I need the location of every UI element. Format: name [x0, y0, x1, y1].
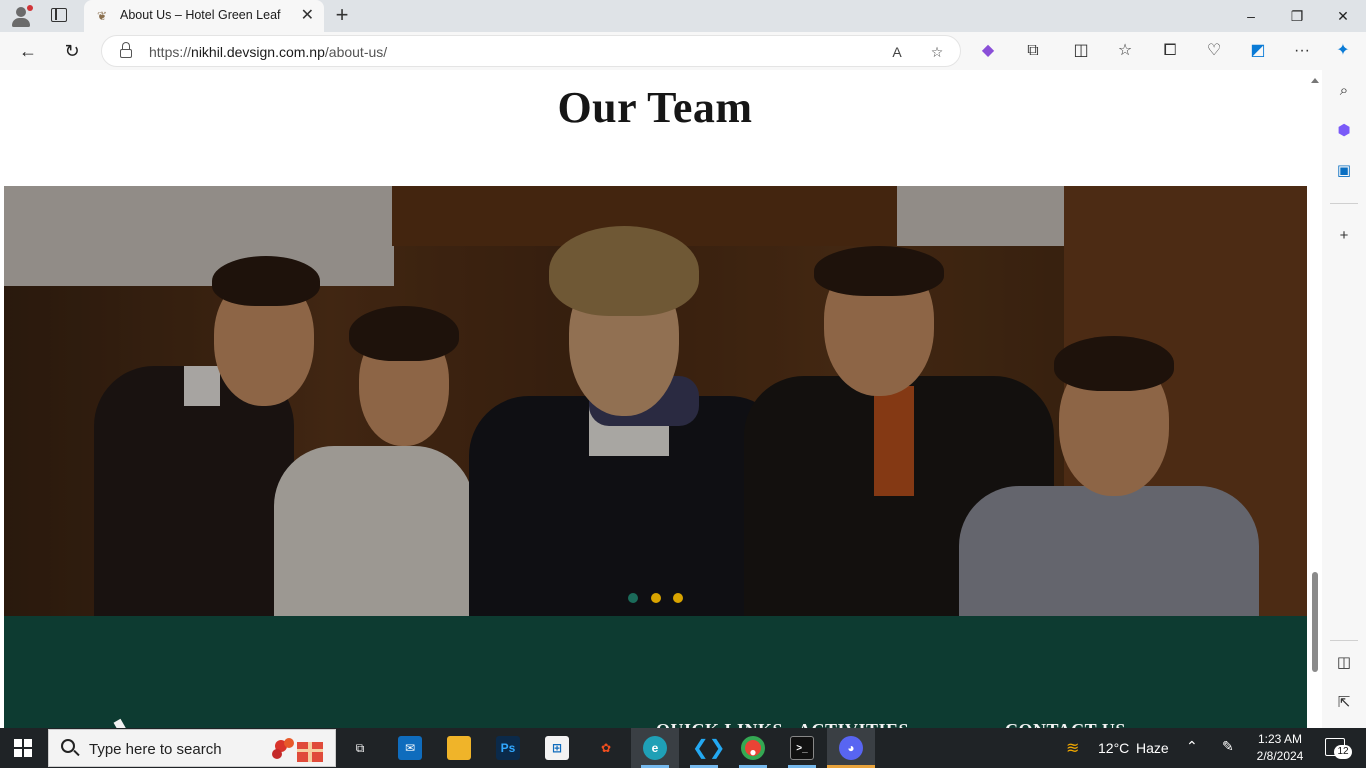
search-icon[interactable]: ⌕	[1331, 78, 1357, 104]
weather-temperature[interactable]: 12°C	[1098, 740, 1129, 756]
carousel-dot-2[interactable]	[650, 593, 661, 603]
gift-flowers-icon	[272, 738, 323, 762]
tab-title: About Us – Hotel Green Leaf	[120, 8, 281, 22]
extensions-icon[interactable]: ⧉	[1018, 37, 1048, 65]
footer-heading-activities: ACTIVITIES	[798, 720, 909, 728]
microsoft-store-icon[interactable]: ⊞	[533, 728, 581, 768]
weather-icon[interactable]: ≋	[1066, 738, 1079, 758]
favorites-icon[interactable]: ☆	[1110, 37, 1140, 65]
refresh-icon[interactable]: ↻	[58, 37, 86, 65]
figma-icon[interactable]: ✿	[582, 728, 630, 768]
profile-icon[interactable]	[10, 5, 33, 27]
clock-time: 1:23 AM	[1257, 732, 1303, 746]
show-hidden-icons-chevron-icon[interactable]: ⌃	[1186, 738, 1198, 755]
footer-heading-quick-links: QUICK LINKS	[656, 720, 783, 728]
notification-center-icon[interactable]: 12	[1325, 738, 1352, 759]
site-footer: QUICK LINKS ACTIVITIES CONTACT US	[4, 616, 1307, 728]
footer-heading-contact-us: CONTACT US	[1005, 720, 1126, 728]
tab-close-icon[interactable]: ✕	[301, 7, 314, 25]
browser-tab-about-us[interactable]: ❦ About Us – Hotel Green Leaf ✕	[84, 0, 324, 32]
mail-icon[interactable]: ✉	[386, 728, 434, 768]
notification-dot	[27, 5, 33, 11]
edge-sidebar: ⌕ ⬢ ▣ + ◫ ⇱	[1322, 70, 1366, 728]
discord-icon[interactable]: ◕	[827, 728, 875, 768]
new-tab-button[interactable]: +	[330, 3, 354, 27]
split-screen-icon[interactable]: ◫	[1066, 37, 1096, 65]
clock-date: 2/8/2024	[1256, 749, 1304, 763]
minimize-button[interactable]: –	[1228, 0, 1274, 32]
edge-icon[interactable]: e	[631, 728, 679, 768]
taskbar-clock[interactable]: 1:23 AM 2/8/2024	[1252, 731, 1308, 765]
scrollbar-thumb[interactable]	[1312, 572, 1318, 672]
terminal-icon[interactable]: >_	[778, 728, 826, 768]
scroll-up-icon[interactable]	[1311, 78, 1319, 83]
restore-button[interactable]: ❐	[1274, 0, 1320, 32]
collections-icon[interactable]: ⧠	[1155, 37, 1185, 65]
site-favicon-icon: ❦	[96, 9, 108, 23]
photoshop-icon[interactable]: Ps	[484, 728, 532, 768]
copilot-sidebar-icon[interactable]: ✦	[1328, 37, 1358, 65]
carousel-dot-1[interactable]	[628, 593, 639, 603]
read-aloud-icon[interactable]: A	[886, 41, 908, 63]
copilot-icon[interactable]: ◆	[973, 37, 1003, 65]
browser-toolbar: ← ↻ https://nikhil.devsign.com.np/about-…	[0, 32, 1366, 70]
lock-icon[interactable]	[120, 42, 132, 58]
address-bar[interactable]: https://nikhil.devsign.com.np/about-us/ …	[101, 35, 961, 67]
search-placeholder: Type here to search	[89, 741, 222, 758]
favorite-star-icon[interactable]: ☆	[926, 41, 948, 63]
browser-essentials-icon[interactable]: ♡	[1199, 37, 1229, 65]
page-scrollbar[interactable]	[1308, 70, 1322, 728]
windows-start-icon[interactable]	[14, 739, 32, 757]
chrome-icon[interactable]: ●	[729, 728, 777, 768]
page-title: Our Team	[557, 83, 753, 132]
carousel-dot-3[interactable]	[672, 593, 683, 603]
task-view-icon[interactable]: ⧉	[336, 728, 384, 768]
vs-code-icon[interactable]: ❮❯	[680, 728, 728, 768]
footer-logo-icon	[113, 718, 127, 728]
taskbar-search-input[interactable]: Type here to search	[48, 729, 336, 767]
tab-actions-icon[interactable]	[51, 8, 67, 22]
weather-condition[interactable]: Haze	[1136, 740, 1169, 756]
add-sidebar-app-icon[interactable]: +	[1331, 223, 1357, 249]
edge-workspace-icon[interactable]: ◩	[1243, 37, 1273, 65]
search-icon	[61, 739, 75, 753]
browser-tab-bar: ❦ About Us – Hotel Green Leaf ✕ + – ❐ ✕	[0, 0, 1366, 32]
close-window-button[interactable]: ✕	[1320, 0, 1366, 32]
settings-more-icon[interactable]: ···	[1287, 37, 1317, 65]
back-arrow-icon[interactable]: ←	[14, 37, 42, 65]
pen-icon[interactable]: ✎	[1222, 738, 1234, 755]
windows-taskbar: Type here to search ⧉ ✉ Ps ⊞ ✿ e ❮❯ ● >_…	[0, 728, 1366, 768]
carousel-dots	[4, 590, 1307, 608]
external-link-icon[interactable]: ⇱	[1331, 690, 1357, 716]
hide-sidebar-icon[interactable]: ◫	[1331, 650, 1357, 676]
notification-count-badge: 12	[1334, 745, 1352, 759]
file-explorer-icon[interactable]	[435, 728, 483, 768]
outlook-icon[interactable]: ▣	[1331, 158, 1357, 184]
team-carousel[interactable]	[4, 186, 1307, 616]
url-text[interactable]: https://nikhil.devsign.com.np/about-us/	[149, 44, 387, 60]
copilot-app-icon[interactable]: ⬢	[1331, 118, 1357, 144]
page-viewport: Our Team	[0, 70, 1322, 728]
